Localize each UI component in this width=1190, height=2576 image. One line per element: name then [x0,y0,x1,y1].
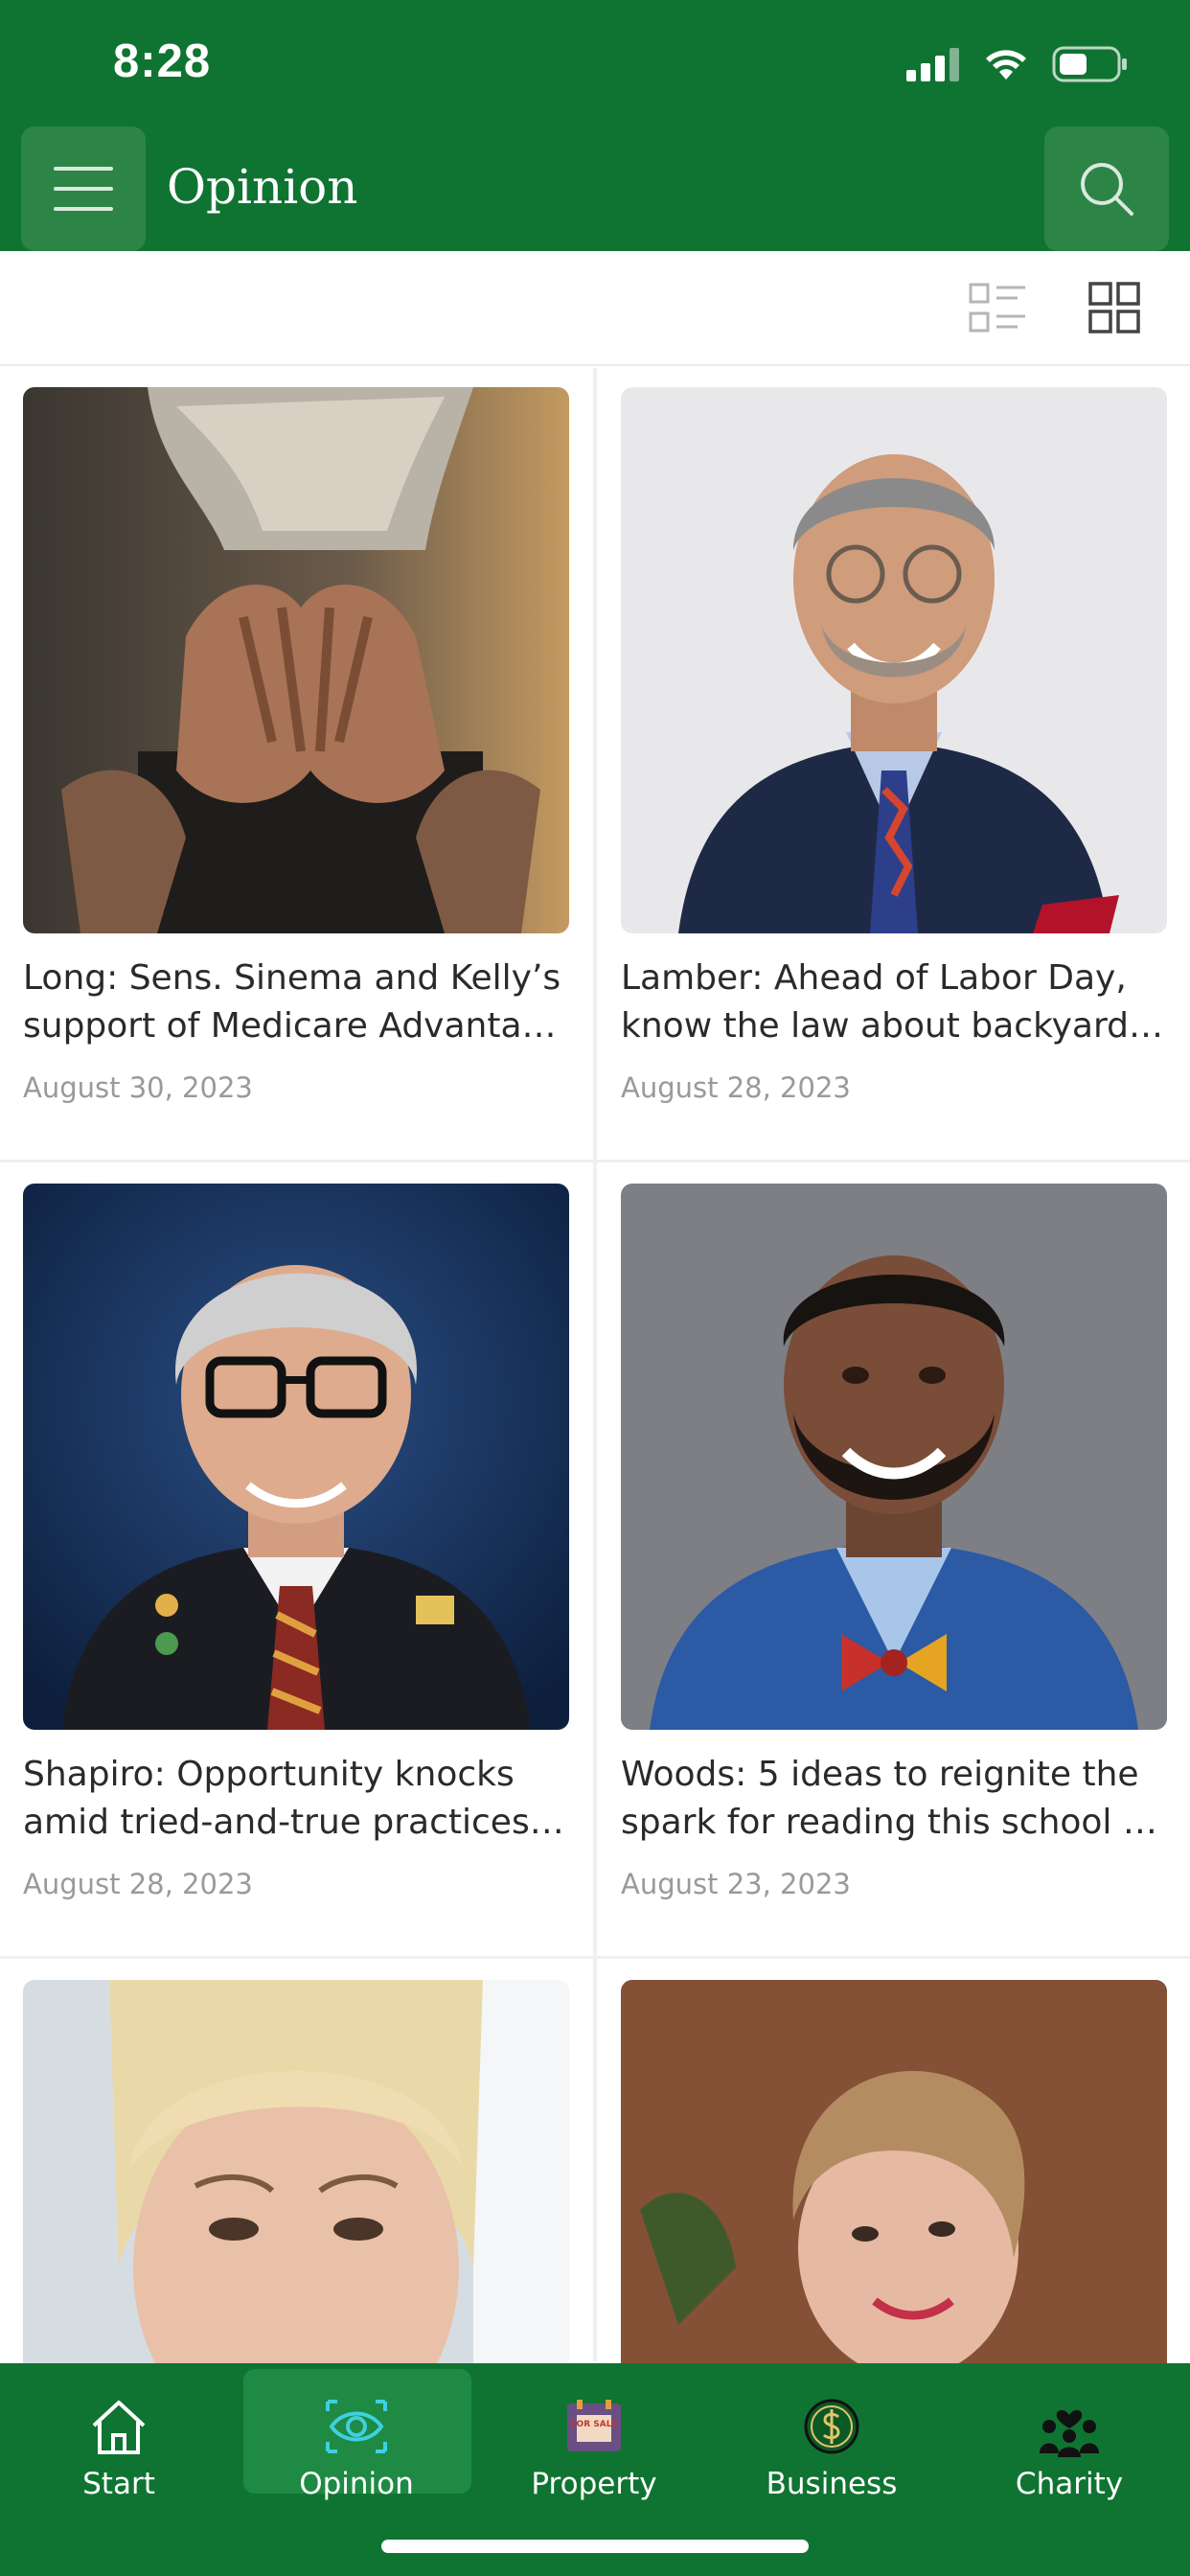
status-time: 8:28 [113,35,212,87]
tab-business[interactable]: Business [713,2363,950,2507]
article-date: August 30, 2023 [23,1071,253,1104]
tab-label: Start [82,2467,155,2501]
article-title[interactable]: Shapiro: Opportunity knocks amid tried-a… [23,1751,569,1847]
charity-people-icon [1040,2409,1099,2457]
view-toggle-bar [0,251,1190,366]
article-title-line: spark for reading this school year [621,1803,1167,1842]
tab-label: Charity [1015,2467,1124,2501]
cellular-signal-icon [906,48,959,81]
page-title: Opinion [167,159,358,215]
list-view-icon[interactable] [968,282,1029,335]
article-title-line: Woods: 5 ideas to reignite the [621,1755,1139,1794]
row-divider [0,1956,1190,1959]
tab-opinion[interactable]: Opinion [238,2363,475,2507]
article-date: August 23, 2023 [621,1868,851,1900]
grid-view-icon[interactable] [1088,282,1140,334]
search-button[interactable] [1044,126,1169,251]
article-thumbnail[interactable] [621,387,1167,933]
article-thumbnail[interactable] [23,387,569,933]
tab-property[interactable]: FOR SALE Property [475,2363,713,2507]
tab-label: Property [531,2467,657,2501]
article-title-line: Lamber: Ahead of Labor Day, [621,958,1127,998]
column-divider [593,368,597,2361]
battery-icon [1052,46,1127,82]
status-icons [906,42,1129,86]
menu-button[interactable] [21,126,146,251]
tab-start[interactable]: Start [0,2363,238,2507]
home-indicator[interactable] [381,2540,809,2553]
search-icon [1081,163,1133,216]
article-title-line: support of Medicare Advantage Plans [23,1006,569,1046]
wifi-icon [986,50,1026,80]
article-card[interactable]: Long: Sens. Sinema and Kelly’s support o… [23,387,569,1104]
article-card[interactable]: Woods: 5 ideas to reignite the spark for… [621,1184,1167,1900]
home-icon [92,2401,146,2454]
article-thumbnail[interactable] [621,1184,1167,1730]
article-card[interactable]: Shapiro: Opportunity knocks amid tried-a… [23,1184,569,1900]
article-title[interactable]: Woods: 5 ideas to reignite the spark for… [621,1751,1167,1847]
article-date: August 28, 2023 [621,1071,851,1104]
article-card[interactable]: Lamber: Ahead of Labor Day, know the law… [621,387,1167,1104]
app-header: 8:28 Opinion [0,0,1190,251]
article-date: August 28, 2023 [23,1868,253,1900]
eye-icon [326,2400,387,2453]
tab-label: Opinion [299,2467,414,2501]
article-title-line: Shapiro: Opportunity knocks [23,1755,515,1794]
article-title[interactable]: Long: Sens. Sinema and Kelly’s support o… [23,954,569,1050]
dollar-coin-icon [804,2399,859,2454]
tab-charity[interactable]: Charity [950,2363,1188,2507]
article-title-line: amid tried-and-true practices in [23,1803,569,1842]
for-sale-sign-icon: FOR SALE [567,2400,621,2451]
tab-label: Business [766,2467,898,2501]
for-sale-text: FOR SALE [570,2420,617,2429]
row-divider [0,1160,1190,1162]
article-thumbnail[interactable] [23,1184,569,1730]
article-title-line: Long: Sens. Sinema and Kelly’s [23,958,561,998]
hamburger-icon [54,167,113,211]
article-title[interactable]: Lamber: Ahead of Labor Day, know the law… [621,954,1167,1050]
article-title-line: know the law about backyard fires [621,1006,1167,1046]
